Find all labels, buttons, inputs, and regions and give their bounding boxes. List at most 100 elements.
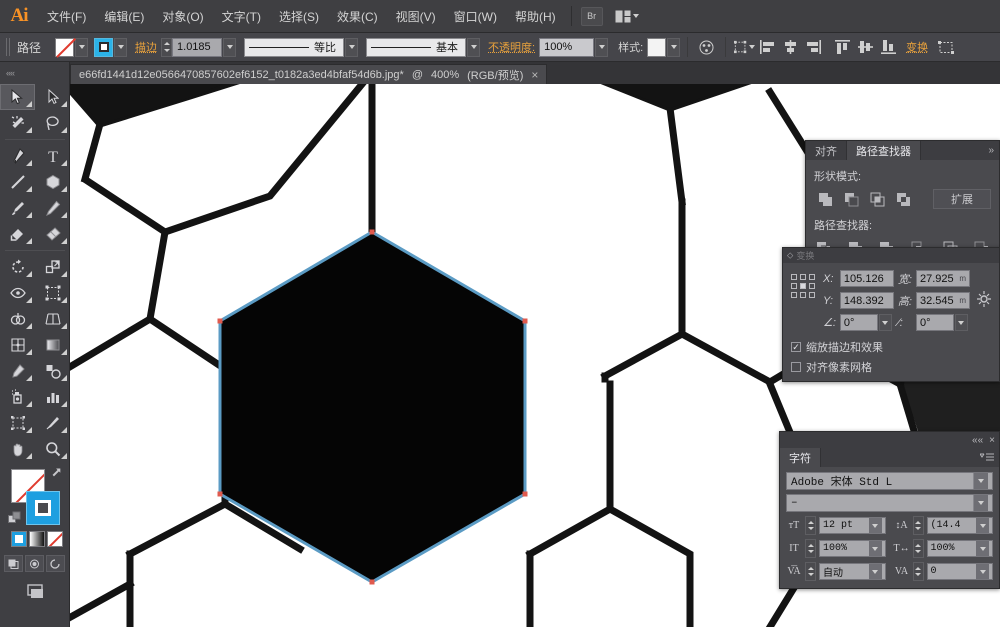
color-swatch-button[interactable] xyxy=(11,531,27,547)
artboard-tool[interactable] xyxy=(0,410,35,436)
stroke-swatch[interactable] xyxy=(94,38,113,57)
tracking-field[interactable]: VA 0 xyxy=(894,562,994,581)
font-family-select[interactable]: Adobe 宋体 Std L xyxy=(786,472,993,490)
rotate-tool[interactable] xyxy=(0,254,35,280)
align-left-icon[interactable] xyxy=(757,37,778,57)
leading-stepper[interactable] xyxy=(913,516,924,535)
horizontal-scale-dropdown-arrow[interactable] xyxy=(976,541,989,556)
x-input[interactable]: 105.126 xyxy=(840,270,894,287)
close-icon[interactable]: × xyxy=(989,435,995,446)
style-dropdown-arrow[interactable] xyxy=(667,38,680,57)
swap-fill-stroke-icon[interactable] xyxy=(51,467,64,480)
tracking-dropdown-arrow[interactable] xyxy=(976,564,989,579)
align-pixel-grid-row[interactable]: 对齐像素网格 xyxy=(783,357,999,381)
leading-input[interactable]: (14.4 xyxy=(927,517,994,534)
menu-view[interactable]: 视图(V) xyxy=(387,4,445,29)
kerning-dropdown-arrow[interactable] xyxy=(869,564,882,579)
transform-handles-icon[interactable] xyxy=(734,37,755,57)
align-center-horizontal-icon[interactable] xyxy=(780,37,801,57)
scale-strokes-row[interactable]: ✓ 缩放描边和效果 xyxy=(783,337,999,357)
scale-strokes-checkbox[interactable]: ✓ xyxy=(791,342,801,352)
blend-tool[interactable] xyxy=(35,358,70,384)
opacity-input[interactable]: 100% xyxy=(539,38,594,57)
menu-help[interactable]: 帮助(H) xyxy=(506,4,565,29)
align-top-icon[interactable] xyxy=(832,37,853,57)
ref-point-bc[interactable] xyxy=(800,292,806,298)
transform-options-icon[interactable] xyxy=(976,290,992,311)
menu-select[interactable]: 选择(S) xyxy=(270,4,328,29)
bridge-icon[interactable]: Br xyxy=(581,7,603,26)
ref-point-tl[interactable] xyxy=(791,274,797,280)
draw-behind-icon[interactable] xyxy=(25,555,44,572)
lasso-tool[interactable] xyxy=(35,110,70,136)
intersect-icon[interactable] xyxy=(866,189,888,209)
exclude-icon[interactable] xyxy=(892,189,914,209)
menu-file[interactable]: 文件(F) xyxy=(38,4,95,29)
arrange-documents-icon[interactable] xyxy=(614,7,640,26)
menu-edit[interactable]: 编辑(E) xyxy=(95,4,153,29)
shape-builder-tool[interactable] xyxy=(0,306,35,332)
unite-icon[interactable] xyxy=(814,189,836,209)
menu-type[interactable]: 文字(T) xyxy=(213,4,270,29)
column-graph-tool[interactable] xyxy=(35,384,70,410)
ref-point-tc[interactable] xyxy=(800,274,806,280)
menu-object[interactable]: 对象(O) xyxy=(153,4,212,29)
graphic-style-swatch[interactable] xyxy=(647,38,666,57)
align-center-vertical-icon[interactable] xyxy=(855,37,876,57)
close-icon[interactable]: × xyxy=(531,69,538,81)
tracking-stepper[interactable] xyxy=(913,562,924,581)
transform-panel-link[interactable]: 变换 xyxy=(906,39,928,55)
font-size-dropdown-arrow[interactable] xyxy=(869,518,882,533)
width-input[interactable]: 27.925 m xyxy=(916,270,970,287)
rotate-control[interactable]: 0° xyxy=(840,314,894,331)
ref-point-mr[interactable] xyxy=(809,283,815,289)
pencil-tool[interactable] xyxy=(35,195,70,221)
hand-tool[interactable] xyxy=(0,436,35,462)
expand-button[interactable]: 扩展 xyxy=(933,189,991,209)
ref-point-ml[interactable] xyxy=(791,283,797,289)
kerning-input[interactable]: 自动 xyxy=(819,563,886,580)
fill-dropdown-arrow[interactable] xyxy=(75,38,88,57)
none-swatch-button[interactable] xyxy=(47,531,63,547)
height-input[interactable]: 32.545 m xyxy=(916,292,970,309)
opacity-dropdown-arrow[interactable] xyxy=(595,38,608,57)
panel-collapse-icon[interactable]: » xyxy=(983,141,999,160)
rotate-dropdown-arrow[interactable] xyxy=(879,314,892,331)
horizontal-scale-field[interactable]: T↔ 100% xyxy=(894,539,994,558)
blob-brush-tool[interactable] xyxy=(0,221,35,247)
fill-swatch[interactable] xyxy=(55,38,74,57)
align-right-icon[interactable] xyxy=(803,37,824,57)
shape-tool[interactable] xyxy=(35,169,70,195)
y-input[interactable]: 148.392 xyxy=(840,292,894,309)
stroke-weight-label[interactable]: 描边 xyxy=(135,39,157,55)
mesh-tool[interactable] xyxy=(0,332,35,358)
stroke-weight-input[interactable]: 1.0185 xyxy=(172,38,222,57)
menu-effect[interactable]: 效果(C) xyxy=(328,4,387,29)
document-tab[interactable]: e66fd1441d12e0566470857602ef6152_t0182a3… xyxy=(70,64,547,84)
horizontal-scale-input[interactable]: 100% xyxy=(927,540,994,557)
font-size-stepper[interactable] xyxy=(805,516,816,535)
kerning-stepper[interactable] xyxy=(805,562,816,581)
menu-window[interactable]: 窗口(W) xyxy=(445,4,506,29)
kerning-field[interactable]: V͞A 自动 xyxy=(786,562,886,581)
free-transform-tool[interactable] xyxy=(35,280,70,306)
rotate-input[interactable]: 0° xyxy=(840,314,878,331)
ref-point-br[interactable] xyxy=(809,292,815,298)
draw-inside-icon[interactable] xyxy=(46,555,65,572)
gradient-swatch-button[interactable] xyxy=(29,531,45,547)
eyedropper-tool[interactable] xyxy=(0,358,35,384)
eraser-tool[interactable] xyxy=(35,221,70,247)
brush-definition-select[interactable]: 基本 xyxy=(366,38,466,57)
screen-mode-button[interactable] xyxy=(0,582,69,602)
control-bar-grip[interactable] xyxy=(6,38,11,56)
panel-tab-character[interactable]: 字符 xyxy=(780,448,821,467)
direct-selection-tool[interactable] xyxy=(35,84,70,110)
collapse-icon[interactable]: «« xyxy=(972,435,983,446)
horizontal-scale-stepper[interactable] xyxy=(913,539,924,558)
leading-dropdown-arrow[interactable] xyxy=(976,518,989,533)
ref-point-bl[interactable] xyxy=(791,292,797,298)
minus-front-icon[interactable] xyxy=(840,189,862,209)
symbol-sprayer-tool[interactable] xyxy=(0,384,35,410)
transform-panel-header[interactable]: ⬦ 变换 xyxy=(783,248,999,263)
reference-point-selector[interactable] xyxy=(791,274,815,331)
